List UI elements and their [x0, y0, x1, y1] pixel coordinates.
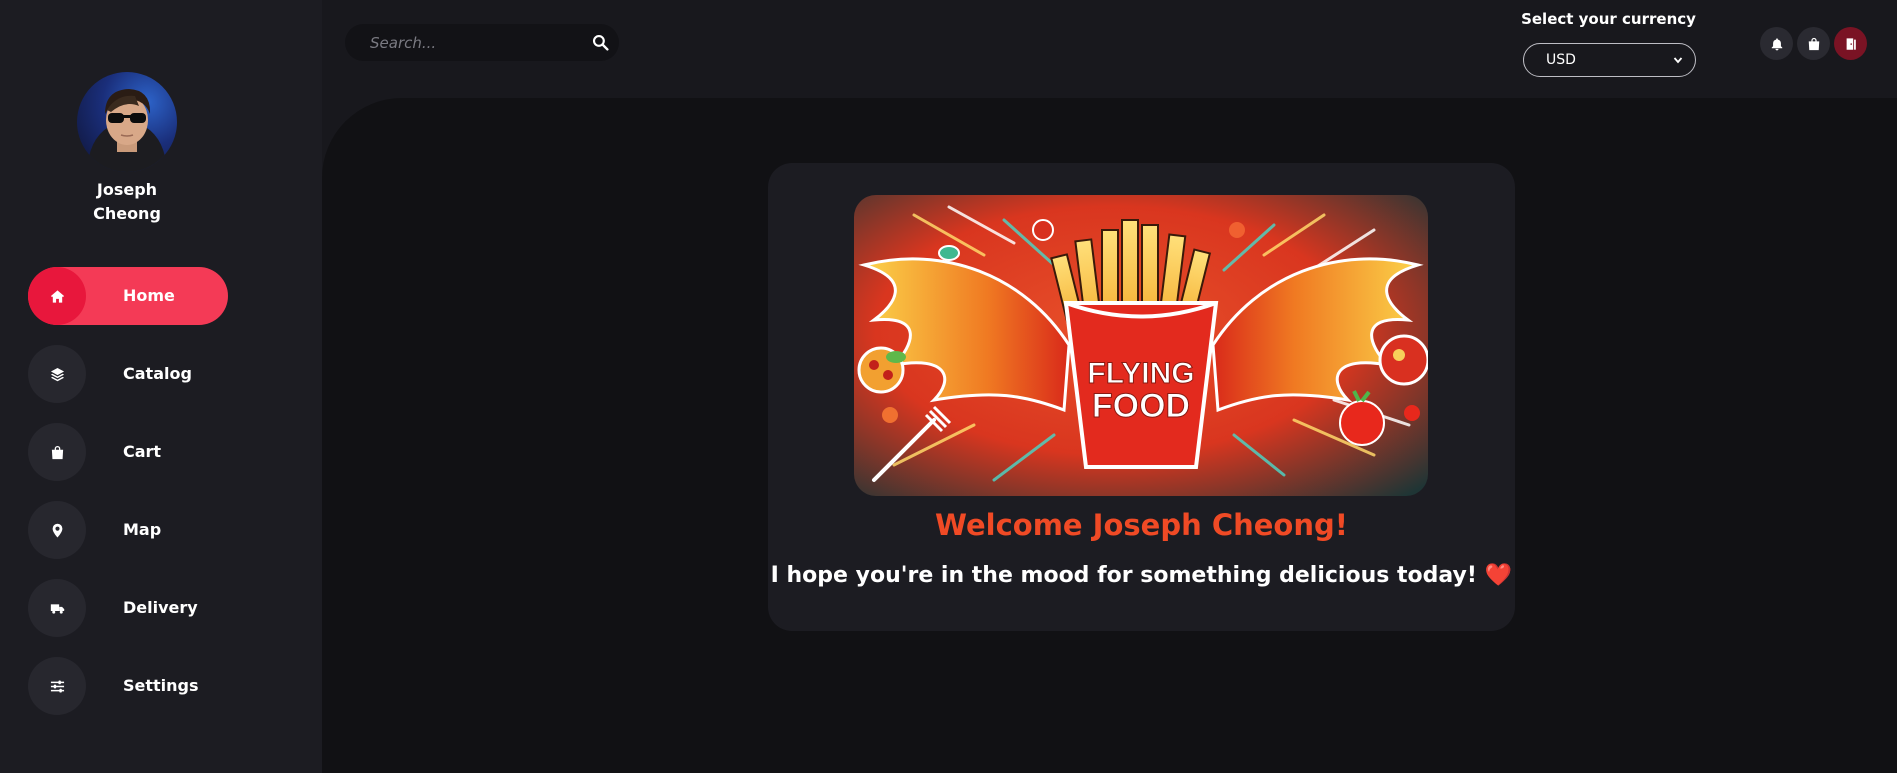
welcome-subtitle-text: I hope you're in the mood for something … — [770, 563, 1477, 588]
sliders-icon — [28, 657, 86, 715]
welcome-subtitle: I hope you're in the mood for something … — [768, 563, 1515, 588]
user-first-name: Joseph — [96, 180, 158, 199]
logout-button[interactable] — [1834, 27, 1867, 60]
search-bar — [345, 24, 619, 61]
sidebar-item-catalog[interactable]: Catalog — [28, 345, 228, 403]
currency-selected-value: USD — [1546, 52, 1576, 68]
sidebar-item-label: Settings — [123, 676, 199, 695]
sidebar: Joseph Cheong Home Catalog Cart Map Deli… — [0, 0, 322, 773]
user-last-name: Cheong — [93, 204, 161, 223]
sidebar-item-map[interactable]: Map — [28, 501, 228, 559]
currency-select[interactable]: USD — [1523, 43, 1696, 77]
banner-logo-line-1: FLYING — [1087, 357, 1194, 390]
sidebar-item-label: Map — [123, 520, 162, 539]
layers-icon — [28, 345, 86, 403]
avatar[interactable] — [77, 72, 177, 172]
sidebar-item-settings[interactable]: Settings — [28, 657, 228, 715]
user-name: Joseph Cheong — [0, 178, 254, 226]
welcome-title: Welcome Joseph Cheong! — [935, 508, 1348, 542]
sidebar-item-cart[interactable]: Cart — [28, 423, 228, 481]
sidebar-item-label: Home — [123, 286, 175, 305]
cart-button[interactable] — [1797, 27, 1830, 60]
bell-icon — [1771, 37, 1782, 50]
sidebar-item-label: Delivery — [123, 598, 198, 617]
flying-food-banner: FLYING FOOD — [854, 195, 1428, 496]
heart-icon: ❤️ — [1484, 563, 1513, 588]
sidebar-item-label: Cart — [123, 442, 162, 461]
banner-logo-line-2: FOOD — [1092, 387, 1190, 425]
home-icon — [28, 267, 86, 325]
user-photo — [87, 89, 167, 172]
shopping-bag-icon — [1808, 37, 1819, 50]
map-pin-icon — [28, 501, 86, 559]
chevron-down-icon — [1673, 57, 1683, 64]
sidebar-item-home[interactable]: Home — [28, 267, 228, 325]
currency-label: Select your currency — [1521, 10, 1696, 28]
logout-door-icon — [1846, 37, 1856, 50]
search-icon[interactable] — [592, 34, 609, 51]
notifications-button[interactable] — [1760, 27, 1793, 60]
search-input[interactable] — [345, 24, 575, 61]
truck-icon — [28, 579, 86, 637]
shopping-bag-icon — [28, 423, 86, 481]
sidebar-item-label: Catalog — [123, 364, 192, 383]
sidebar-item-delivery[interactable]: Delivery — [28, 579, 228, 637]
